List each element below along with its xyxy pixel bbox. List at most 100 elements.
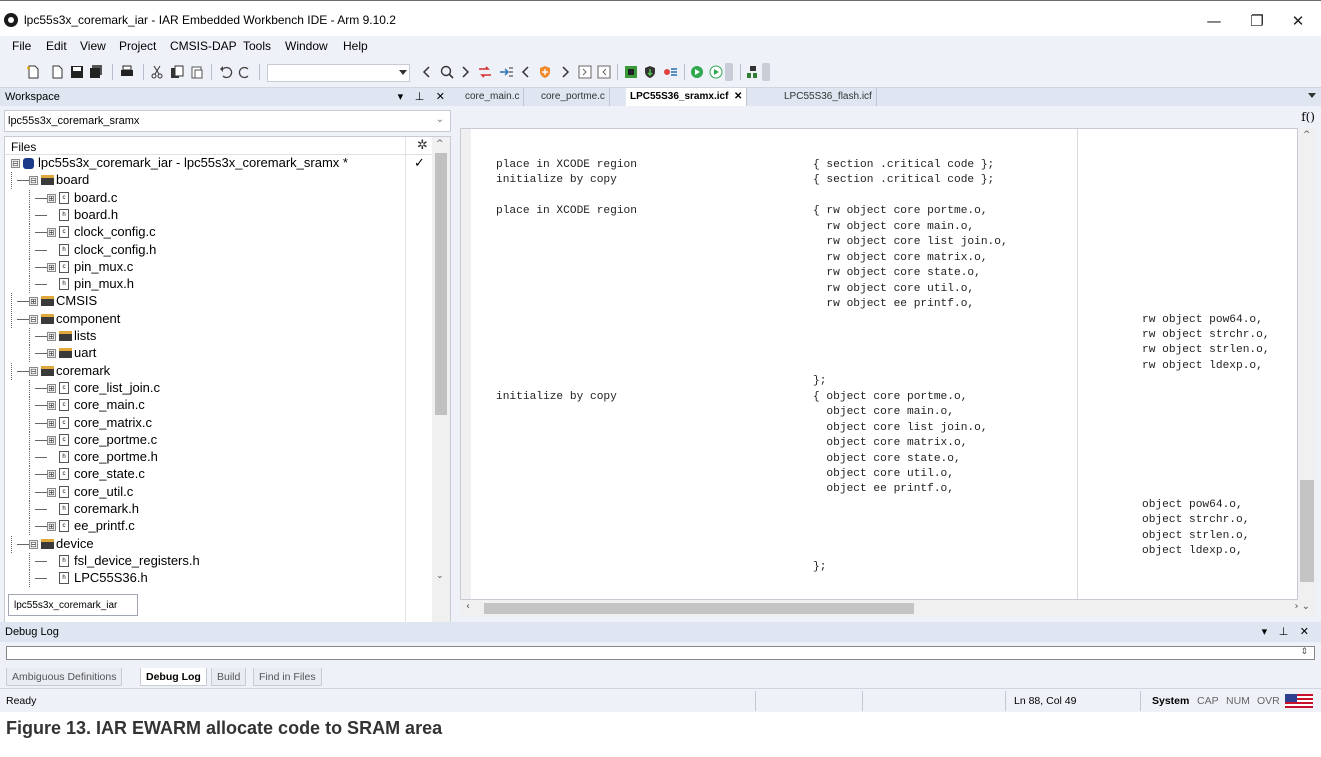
scroll-thumb[interactable] bbox=[1300, 480, 1314, 582]
toolbar-overflow-icon-2[interactable] bbox=[762, 63, 770, 81]
expand-icon[interactable]: ⊞ bbox=[29, 297, 38, 307]
menu-project[interactable]: Project bbox=[119, 39, 156, 53]
find-previous-icon[interactable] bbox=[420, 65, 434, 79]
expand-icon[interactable]: ⊞ bbox=[47, 383, 56, 393]
expand-icon[interactable]: ⊞ bbox=[47, 228, 56, 238]
code-editor[interactable]: place in XCODE region { section .critical… bbox=[460, 128, 1298, 600]
step-icon[interactable] bbox=[709, 65, 723, 79]
tree-item[interactable]: ⊟ component bbox=[5, 310, 432, 328]
find-next-icon[interactable] bbox=[458, 65, 472, 79]
find-icon[interactable] bbox=[440, 65, 454, 79]
undo-icon[interactable] bbox=[219, 65, 233, 79]
debug-settings-icon[interactable] bbox=[746, 65, 760, 79]
go-icon[interactable] bbox=[690, 65, 704, 79]
close-window-button[interactable]: ✕ bbox=[1278, 9, 1318, 33]
copy-icon[interactable] bbox=[170, 65, 184, 79]
tree-item[interactable]: h coremark.h bbox=[5, 501, 432, 518]
configuration-select[interactable]: lpc55s3x_coremark_sramx ⌄ bbox=[4, 110, 451, 132]
tree-item[interactable]: ⊞ c core_portme.c bbox=[5, 431, 432, 449]
menu-edit[interactable]: Edit bbox=[46, 39, 67, 53]
debug-shield-icon[interactable] bbox=[538, 65, 552, 79]
save-icon[interactable] bbox=[70, 65, 84, 79]
redo-icon[interactable] bbox=[238, 65, 252, 79]
editor-vertical-scrollbar[interactable]: ^ bbox=[1298, 128, 1316, 600]
tree-item[interactable]: ⊞ CMSIS bbox=[5, 293, 432, 311]
navigate-backward-icon[interactable] bbox=[519, 65, 533, 79]
tab-core-portme[interactable]: core_portme.c bbox=[537, 88, 610, 106]
menu-help[interactable]: Help bbox=[343, 39, 368, 53]
toggle-bookmark-icon[interactable] bbox=[478, 65, 492, 79]
tab-lpc55s36-sramx[interactable]: LPC55S36_sramx.icf ✕ bbox=[626, 88, 748, 106]
make-icon[interactable] bbox=[597, 65, 611, 79]
restore-button[interactable]: ❐ bbox=[1237, 9, 1277, 33]
download-and-debug-icon[interactable] bbox=[643, 65, 657, 79]
breakpoint-icon[interactable] bbox=[663, 65, 677, 79]
collapse-icon[interactable]: ⊟ bbox=[29, 176, 38, 186]
expand-icon[interactable]: ⊞ bbox=[47, 262, 56, 272]
print-icon[interactable] bbox=[120, 65, 134, 79]
editor-horizontal-scrollbar[interactable]: ‹ › ⌄ bbox=[460, 600, 1316, 616]
scroll-thumb[interactable] bbox=[484, 603, 914, 614]
tab-find-in-files[interactable]: Find in Files bbox=[253, 668, 322, 686]
toolbar-overflow-icon[interactable] bbox=[725, 63, 733, 81]
tree-item[interactable]: ⊞ c core_matrix.c bbox=[5, 414, 432, 432]
cut-icon[interactable] bbox=[150, 65, 164, 79]
tree-item[interactable]: ⊞ lists bbox=[5, 328, 432, 345]
scroll-arrows-icon[interactable]: ⇕ bbox=[1300, 647, 1308, 657]
build-icon[interactable] bbox=[624, 65, 638, 79]
expand-icon[interactable]: ⊞ bbox=[47, 401, 56, 411]
collapse-icon[interactable]: ⊟ bbox=[11, 159, 20, 168]
navigate-forward-icon[interactable] bbox=[558, 65, 572, 79]
expand-icon[interactable]: ⊞ bbox=[47, 487, 56, 497]
tree-item[interactable]: ⊟ device bbox=[5, 535, 432, 553]
tree-item[interactable]: ⊟ board bbox=[5, 172, 432, 190]
close-tab-icon[interactable]: ✕ bbox=[734, 91, 742, 102]
menu-tools[interactable]: Tools bbox=[243, 39, 271, 53]
workspace-panel-controls[interactable]: ▾ ⊥ ✕ bbox=[398, 90, 449, 103]
tree-item[interactable]: ⊞ c core_main.c bbox=[5, 397, 432, 415]
collapse-icon[interactable]: ⊟ bbox=[29, 366, 38, 376]
tree-item[interactable]: ⊞ c ee_printf.c bbox=[5, 518, 432, 536]
save-all-icon[interactable] bbox=[89, 65, 103, 79]
scroll-up-icon[interactable]: ^ bbox=[436, 139, 444, 149]
expand-icon[interactable]: ⊞ bbox=[47, 332, 56, 341]
tab-list-dropdown-icon[interactable] bbox=[1308, 93, 1316, 98]
find-combo-dropdown-icon[interactable] bbox=[399, 70, 407, 75]
tab-debug-log[interactable]: Debug Log bbox=[140, 668, 207, 686]
chevron-down-icon[interactable]: ⌄ bbox=[436, 114, 444, 125]
tree-item[interactable]: h clock_config.h bbox=[5, 241, 432, 259]
debug-log-panel-controls[interactable]: ▾ ⊥ ✕ bbox=[1262, 625, 1313, 638]
tree-item[interactable]: ⊞ uart bbox=[5, 345, 432, 363]
scroll-up-icon[interactable]: ^ bbox=[1303, 130, 1311, 140]
tree-item[interactable]: h LPC55S36.h bbox=[5, 570, 432, 588]
new-file-icon[interactable] bbox=[26, 65, 40, 79]
tab-ambiguous-definitions[interactable]: Ambiguous Definitions bbox=[6, 668, 123, 686]
minimize-button[interactable]: — bbox=[1194, 9, 1234, 33]
tab-core-main[interactable]: core_main.c bbox=[461, 88, 525, 106]
collapse-icon[interactable]: ⊟ bbox=[29, 314, 38, 324]
tree-item[interactable]: ⊟ coremark bbox=[5, 362, 432, 380]
collapse-icon[interactable]: ⊟ bbox=[29, 539, 38, 549]
scroll-right-icon[interactable]: › ⌄ bbox=[1294, 601, 1310, 612]
go-to-bookmark-icon[interactable] bbox=[499, 65, 513, 79]
debug-log-output[interactable]: ⇕ bbox=[6, 646, 1315, 660]
gear-icon[interactable]: ✲ bbox=[417, 138, 428, 153]
tree-item[interactable]: h board.h bbox=[5, 206, 432, 224]
expand-icon[interactable]: ⊞ bbox=[47, 470, 56, 480]
tree-item[interactable]: h fsl_device_registers.h bbox=[5, 552, 432, 570]
tree-item[interactable]: ⊟ lpc55s3x_coremark_iar - lpc55s3x_corema… bbox=[5, 155, 432, 172]
menu-cmsis-dap[interactable]: CMSIS-DAP bbox=[170, 39, 237, 53]
expand-icon[interactable]: ⊞ bbox=[47, 193, 56, 203]
us-flag-icon[interactable] bbox=[1285, 694, 1313, 708]
tree-item[interactable]: ⊞ c board.c bbox=[5, 189, 432, 207]
scroll-down-icon[interactable]: ⌄ bbox=[436, 571, 444, 581]
scroll-thumb[interactable] bbox=[435, 153, 447, 415]
tab-build[interactable]: Build bbox=[211, 668, 247, 686]
scroll-left-icon[interactable]: ‹ bbox=[466, 601, 470, 612]
tree-item[interactable]: h pin_mux.h bbox=[5, 276, 432, 294]
paste-icon[interactable] bbox=[190, 65, 204, 79]
file-tree-scrollbar[interactable]: ^ ⌄ bbox=[432, 137, 450, 665]
compile-icon[interactable] bbox=[578, 65, 592, 79]
function-navigator-button[interactable]: f() bbox=[1301, 110, 1315, 124]
expand-icon[interactable]: ⊞ bbox=[47, 522, 56, 532]
